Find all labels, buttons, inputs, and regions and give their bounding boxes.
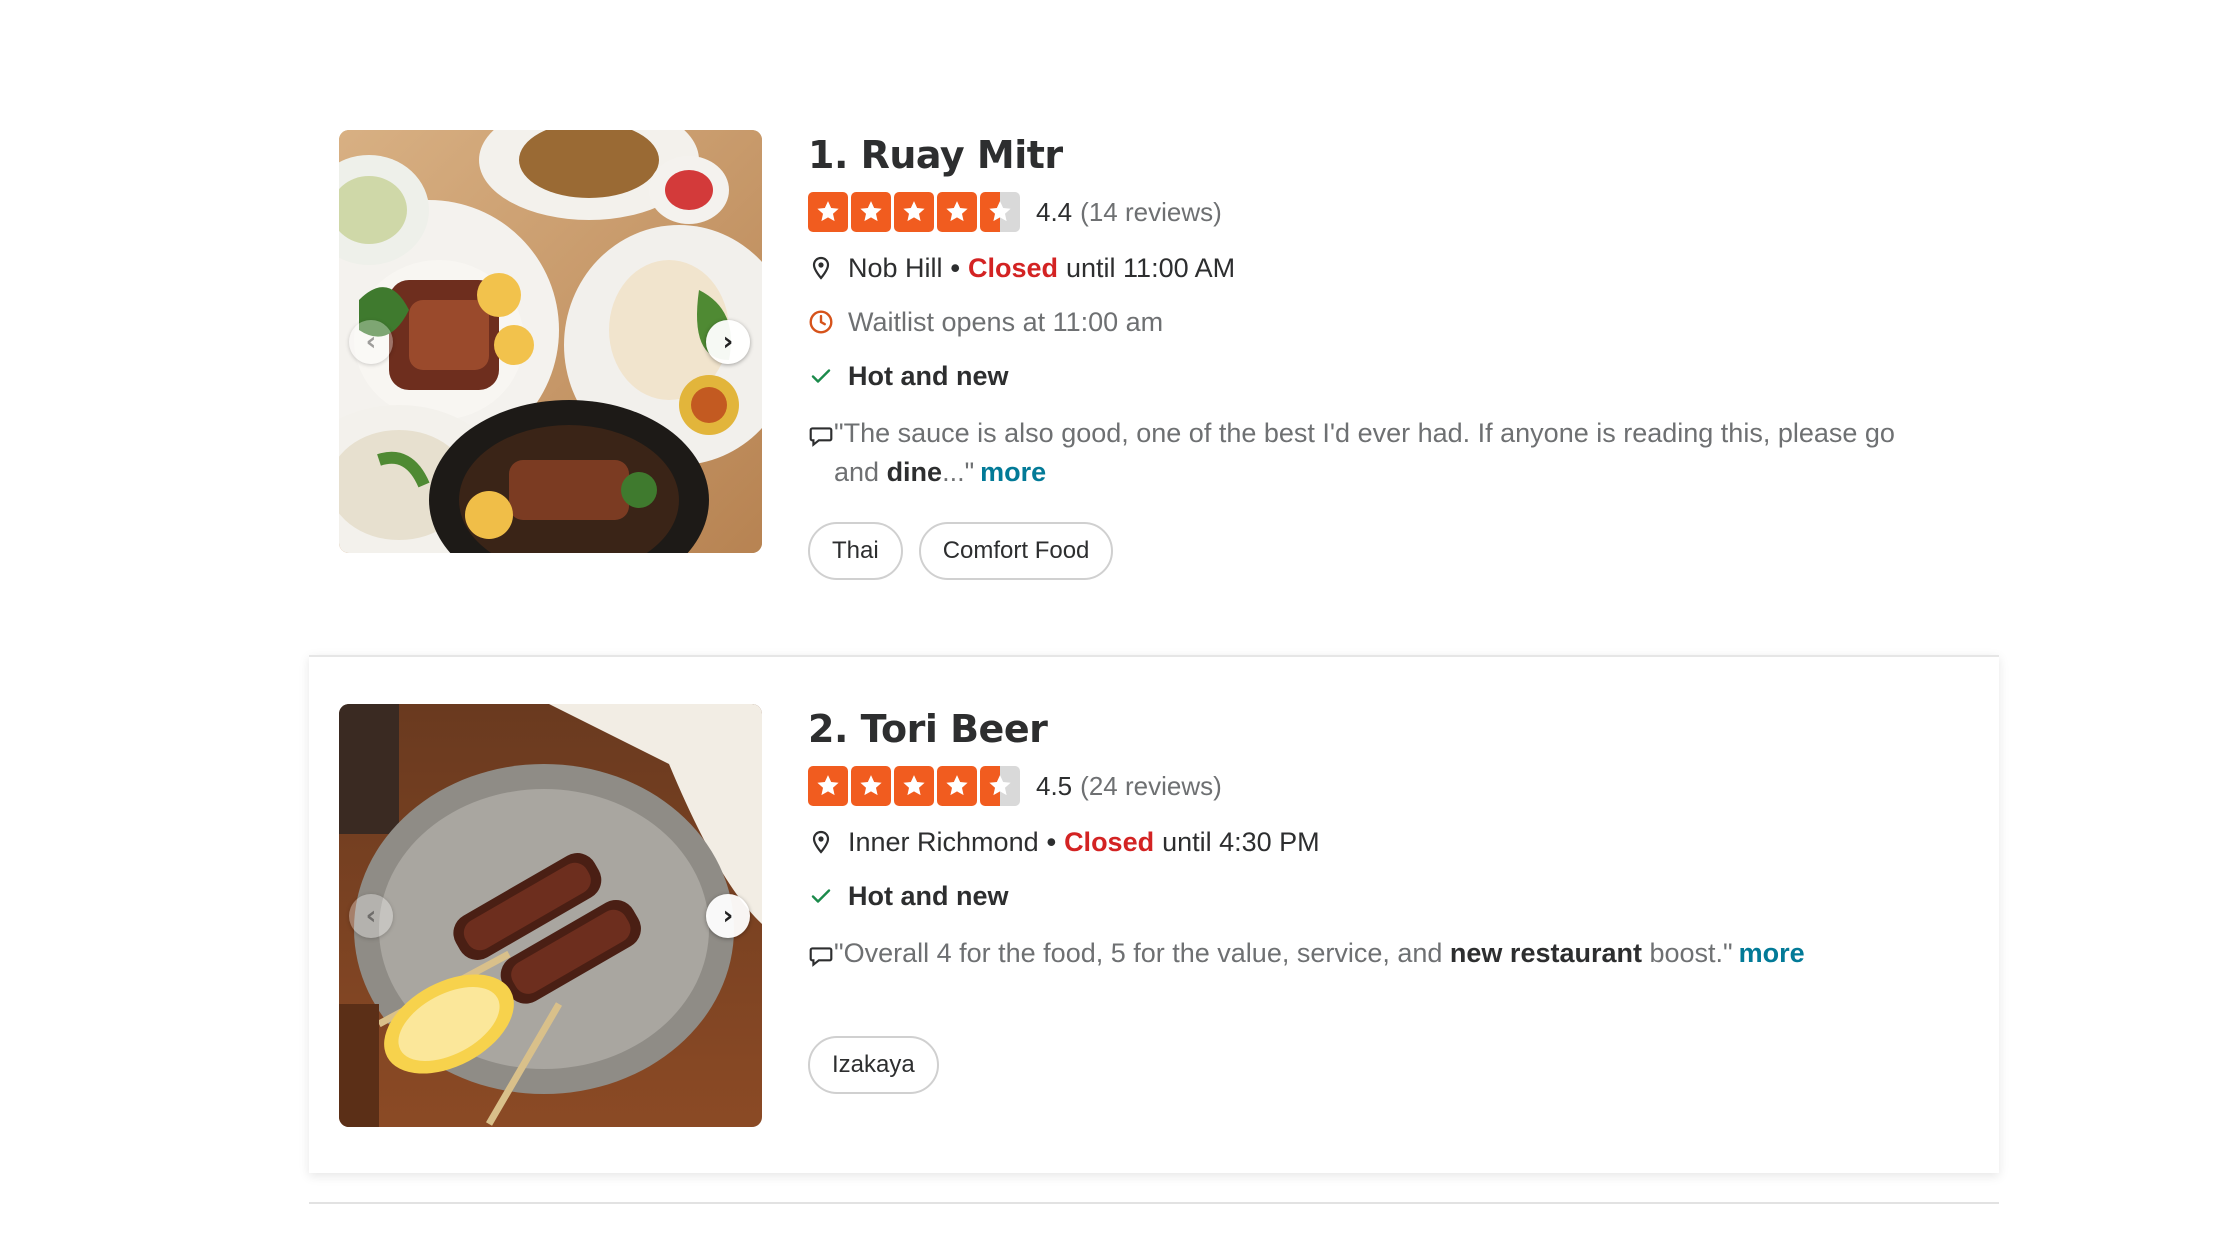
search-result-1[interactable]: ‹ › 1. Ruay Mitr 4.4 (14 reviews) Nob Hi… [309, 100, 1999, 655]
result-info: 1. Ruay Mitr 4.4 (14 reviews) Nob Hill •… [808, 130, 1979, 580]
review-text: "The sauce is also good, one of the best… [834, 414, 1944, 492]
review-tail: ..." [942, 457, 975, 487]
review-snippet: "Overall 4 for the food, 5 for the value… [808, 934, 1979, 980]
separator: • [950, 252, 960, 283]
category-tags: Izakaya [808, 1036, 1979, 1094]
food-photo-illustration [339, 130, 762, 553]
divider [309, 1202, 1999, 1204]
restaurant-name[interactable]: 2. Tori Beer [808, 704, 1979, 754]
star-rating [808, 766, 1020, 806]
review-highlight: dine [886, 457, 943, 487]
star-icon [894, 192, 934, 232]
restaurant-name[interactable]: 1. Ruay Mitr [808, 130, 1979, 180]
hours-until: until 11:00 AM [1066, 252, 1236, 283]
restaurant-photo[interactable]: ‹ › [339, 704, 762, 1127]
tag-comfort-food[interactable]: Comfort Food [918, 522, 1114, 580]
rating-row: 4.4 (14 reviews) [808, 192, 1979, 232]
star-icon [894, 766, 934, 806]
star-icon [851, 192, 891, 232]
review-count[interactable]: (14 reviews) [1080, 197, 1222, 228]
chevron-left-icon[interactable]: ‹ [349, 320, 393, 364]
search-result-2[interactable]: ‹ › 2. Tori Beer 4.5 (24 reviews) Inner … [309, 655, 1999, 1173]
rating-value: 4.5 [1036, 770, 1073, 801]
chevron-right-icon[interactable]: › [706, 894, 750, 938]
food-photo-illustration [339, 704, 762, 1127]
star-icon [851, 766, 891, 806]
waitlist-text: Waitlist opens at 11:00 am [848, 306, 1164, 337]
star-icon [808, 192, 848, 232]
rating-value: 4.4 [1036, 196, 1073, 227]
checkmark-icon [808, 363, 834, 389]
result-info: 2. Tori Beer 4.5 (24 reviews) Inner Rich… [808, 704, 1979, 1094]
review-count[interactable]: (24 reviews) [1080, 771, 1222, 802]
star-icon [937, 766, 977, 806]
location-row: Nob Hill • Closed until 11:00 AM [808, 248, 1979, 288]
checkmark-icon [808, 883, 834, 909]
status-closed: Closed [1064, 826, 1155, 857]
speech-bubble-icon [808, 421, 834, 460]
hours-until: until 4:30 PM [1162, 826, 1320, 857]
chevron-left-icon[interactable]: ‹ [349, 894, 393, 938]
map-pin-icon [808, 829, 834, 855]
rating-row: 4.5 (24 reviews) [808, 766, 1979, 806]
review-lead: "Overall 4 for the food, 5 for the value… [834, 938, 1450, 968]
tag-izakaya[interactable]: Izakaya [808, 1036, 939, 1094]
more-link[interactable]: more [1739, 938, 1805, 968]
half-star-icon [980, 192, 1020, 232]
chevron-right-icon[interactable]: › [706, 320, 750, 364]
tag-thai[interactable]: Thai [808, 522, 903, 580]
review-highlight: new restaurant [1449, 938, 1642, 968]
hot-and-new-label: Hot and new [848, 360, 1009, 391]
category-tags: Thai Comfort Food [808, 522, 1979, 580]
more-link[interactable]: more [980, 457, 1046, 487]
review-text: "Overall 4 for the food, 5 for the value… [834, 934, 1805, 973]
map-pin-icon [808, 255, 834, 281]
hot-and-new-label: Hot and new [848, 880, 1009, 911]
speech-bubble-icon [808, 941, 834, 980]
half-star-icon [980, 766, 1020, 806]
review-tail: boost." [1641, 938, 1733, 968]
status-closed: Closed [967, 252, 1059, 283]
neighborhood: Inner Richmond [848, 826, 1039, 857]
waitlist-row: Waitlist opens at 11:00 am [808, 302, 1979, 342]
badge-row: Hot and new [808, 876, 1979, 916]
location-row: Inner Richmond • Closed until 4:30 PM [808, 822, 1979, 862]
badge-row: Hot and new [808, 356, 1979, 396]
review-snippet: "The sauce is also good, one of the best… [808, 414, 1979, 492]
separator: • [1046, 826, 1057, 857]
star-icon [937, 192, 977, 232]
star-rating [808, 192, 1020, 232]
restaurant-photo[interactable]: ‹ › [339, 130, 762, 553]
neighborhood: Nob Hill [848, 252, 943, 283]
clock-icon [808, 309, 834, 335]
star-icon [808, 766, 848, 806]
